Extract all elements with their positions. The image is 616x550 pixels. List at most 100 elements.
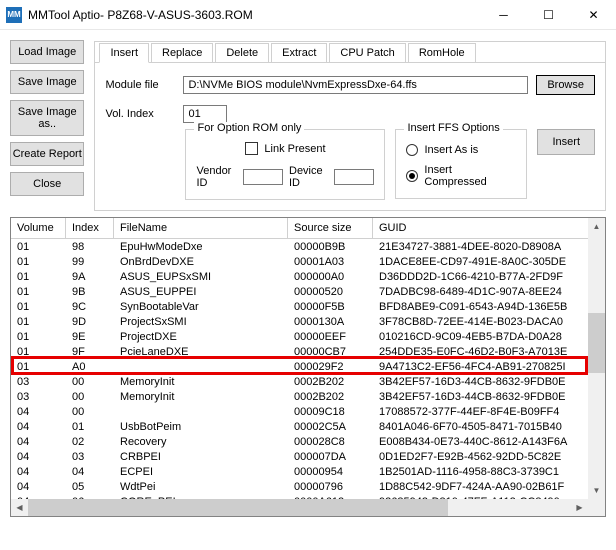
minimize-button[interactable]: ─ — [481, 0, 526, 30]
tab-replace[interactable]: Replace — [151, 43, 213, 62]
table-row[interactable]: 0403CRBPEI000007DA0D1ED2F7-E92B-4562-92D… — [11, 449, 605, 464]
create-report-button[interactable]: Create Report — [10, 142, 84, 166]
cell: 9A — [66, 271, 114, 283]
cell: 03 — [11, 391, 66, 403]
tab-cpu-patch[interactable]: CPU Patch — [329, 43, 405, 62]
cell: 01 — [11, 331, 66, 343]
table-row[interactable]: 0402Recovery000028C8E008B434-0E73-440C-8… — [11, 434, 605, 449]
browse-button[interactable]: Browse — [536, 75, 595, 95]
table-row[interactable]: 019AASUS_EUPSxSMI000000A0D36DDD2D-1C66-4… — [11, 269, 605, 284]
cell: 0002B202 — [288, 376, 373, 388]
cell: 98 — [66, 241, 114, 253]
cell: UsbBotPeim — [114, 421, 288, 433]
cell: ASUS_EUPPEI — [114, 286, 288, 298]
cell: 00000954 — [288, 466, 373, 478]
cell: 254DDE35-E0FC-46D2-B0F3-A7013E — [373, 346, 605, 358]
insert-button[interactable]: Insert — [537, 129, 595, 155]
scroll-right-icon[interactable]: ▶ — [571, 499, 588, 516]
vertical-scrollbar[interactable]: ▲ ▼ — [588, 218, 605, 499]
radio-icon — [406, 170, 418, 182]
vol-index-input[interactable] — [183, 105, 227, 123]
close-window-button[interactable]: ✕ — [571, 0, 616, 30]
cell: 8401A046-6F70-4505-8471-7015B40 — [373, 421, 605, 433]
cell: E008B434-0E73-440C-8612-A143F6A — [373, 436, 605, 448]
list-header: Volume Index FileName Source size GUID — [11, 218, 605, 239]
vol-index-label: Vol. Index — [105, 108, 175, 120]
col-guid[interactable]: GUID — [373, 218, 605, 238]
table-row[interactable]: 019CSynBootableVar00000F5BBFD8ABE9-C091-… — [11, 299, 605, 314]
cell: 000000A0 — [288, 271, 373, 283]
col-index[interactable]: Index — [66, 218, 114, 238]
cell: 01 — [11, 256, 66, 268]
cell: 00 — [66, 391, 114, 403]
cell: 1DACE8EE-CD97-491E-8A0C-305DE — [373, 256, 605, 268]
table-row[interactable]: 0404ECPEI000009541B2501AD-1116-4958-88C3… — [11, 464, 605, 479]
table-row[interactable]: 019EProjectDXE00000EEF010216CD-9C09-4EB5… — [11, 329, 605, 344]
window-titlebar: MM MMTool Aptio- P8Z68-V-ASUS-3603.ROM ─… — [0, 0, 616, 30]
cell: 0000130A — [288, 316, 373, 328]
col-filename[interactable]: FileName — [114, 218, 288, 238]
table-row[interactable]: 0401UsbBotPeim00002C5A8401A046-6F70-4505… — [11, 419, 605, 434]
list-body[interactable]: 0198EpuHwModeDxe00000B9B21E34727-3881-4D… — [11, 239, 605, 516]
scroll-thumb-h[interactable] — [28, 499, 448, 516]
save-image-as-button[interactable]: Save Image as.. — [10, 100, 84, 136]
scroll-thumb-v[interactable] — [588, 313, 605, 373]
cell: 00000520 — [288, 286, 373, 298]
device-id-input[interactable] — [334, 169, 374, 185]
cell: 010216CD-9C09-4EB5-B7DA-D0A28 — [373, 331, 605, 343]
save-image-button[interactable]: Save Image — [10, 70, 84, 94]
cell: ASUS_EUPSxSMI — [114, 271, 288, 283]
horizontal-scrollbar[interactable]: ◀ ▶ — [11, 499, 588, 516]
cell: 1B2501AD-1116-4958-88C3-3739C1 — [373, 466, 605, 478]
insert-as-is-label: Insert As is — [424, 144, 478, 156]
cell: 1D88C542-9DF7-424A-AA90-02B61F — [373, 481, 605, 493]
tab-insert[interactable]: Insert — [99, 43, 149, 63]
tab-rom-hole[interactable]: RomHole — [408, 43, 476, 62]
cell: 99 — [66, 256, 114, 268]
cell: 04 — [11, 406, 66, 418]
table-row[interactable]: 019DProjectSxSMI0000130A3F78CB8D-72EE-41… — [11, 314, 605, 329]
cell: 3F78CB8D-72EE-414E-B023-DACA0 — [373, 316, 605, 328]
cell: 01 — [66, 421, 114, 433]
scroll-left-icon[interactable]: ◀ — [11, 499, 28, 516]
load-image-button[interactable]: Load Image — [10, 40, 84, 64]
tab-delete[interactable]: Delete — [215, 43, 269, 62]
cell: ProjectDXE — [114, 331, 288, 343]
table-row[interactable]: 019FPcieLaneDXE00000CB7254DDE35-E0FC-46D… — [11, 344, 605, 359]
vendor-id-input[interactable] — [243, 169, 283, 185]
insert-compressed-radio[interactable]: Insert Compressed — [406, 164, 516, 188]
close-button[interactable]: Close — [10, 172, 84, 196]
link-present-checkbox[interactable] — [245, 142, 258, 155]
ffs-options-group: Insert FFS Options Insert As is Insert C… — [395, 129, 527, 199]
cell: 00 — [66, 376, 114, 388]
cell: BFD8ABE9-C091-6543-A94D-136E5B — [373, 301, 605, 313]
module-file-input[interactable] — [183, 76, 528, 94]
cell: 9C — [66, 301, 114, 313]
table-row[interactable]: 0199OnBrdDevDXE00001A031DACE8EE-CD97-491… — [11, 254, 605, 269]
table-row[interactable]: 0300MemoryInit0002B2023B42EF57-16D3-44CB… — [11, 389, 605, 404]
client-area: Load Image Save Image Save Image as.. Cr… — [0, 30, 616, 215]
cell: 7DADBC98-6489-4D1C-907A-8EE24 — [373, 286, 605, 298]
col-volume[interactable]: Volume — [11, 218, 66, 238]
table-row[interactable]: 040000009C1817088572-377F-44EF-8F4E-B09F… — [11, 404, 605, 419]
tab-extract[interactable]: Extract — [271, 43, 327, 62]
cell: MemoryInit — [114, 376, 288, 388]
table-row[interactable]: 0300MemoryInit0002B2023B42EF57-16D3-44CB… — [11, 374, 605, 389]
window-buttons: ─ ☐ ✕ — [481, 0, 616, 30]
maximize-button[interactable]: ☐ — [526, 0, 571, 30]
table-row[interactable]: 0198EpuHwModeDxe00000B9B21E34727-3881-4D… — [11, 239, 605, 254]
col-source-size[interactable]: Source size — [288, 218, 373, 238]
insert-as-is-radio[interactable]: Insert As is — [406, 144, 516, 156]
cell: MemoryInit — [114, 391, 288, 403]
scroll-down-icon[interactable]: ▼ — [588, 482, 605, 499]
table-row[interactable]: 019BASUS_EUPPEI000005207DADBC98-6489-4D1… — [11, 284, 605, 299]
scroll-up-icon[interactable]: ▲ — [588, 218, 605, 235]
table-row[interactable]: 0405WdtPei000007961D88C542-9DF7-424A-AA9… — [11, 479, 605, 494]
cell: 0D1ED2F7-E92B-4562-92DD-5C82E — [373, 451, 605, 463]
table-row[interactable]: 01A0000029F29A4713C2-EF56-4FC4-AB91-2708… — [11, 359, 605, 374]
module-file-label: Module file — [105, 79, 175, 91]
cell: 9A4713C2-EF56-4FC4-AB91-270825I — [373, 361, 605, 373]
cell: 0002B202 — [288, 391, 373, 403]
app-icon: MM — [6, 7, 22, 23]
cell: 01 — [11, 241, 66, 253]
